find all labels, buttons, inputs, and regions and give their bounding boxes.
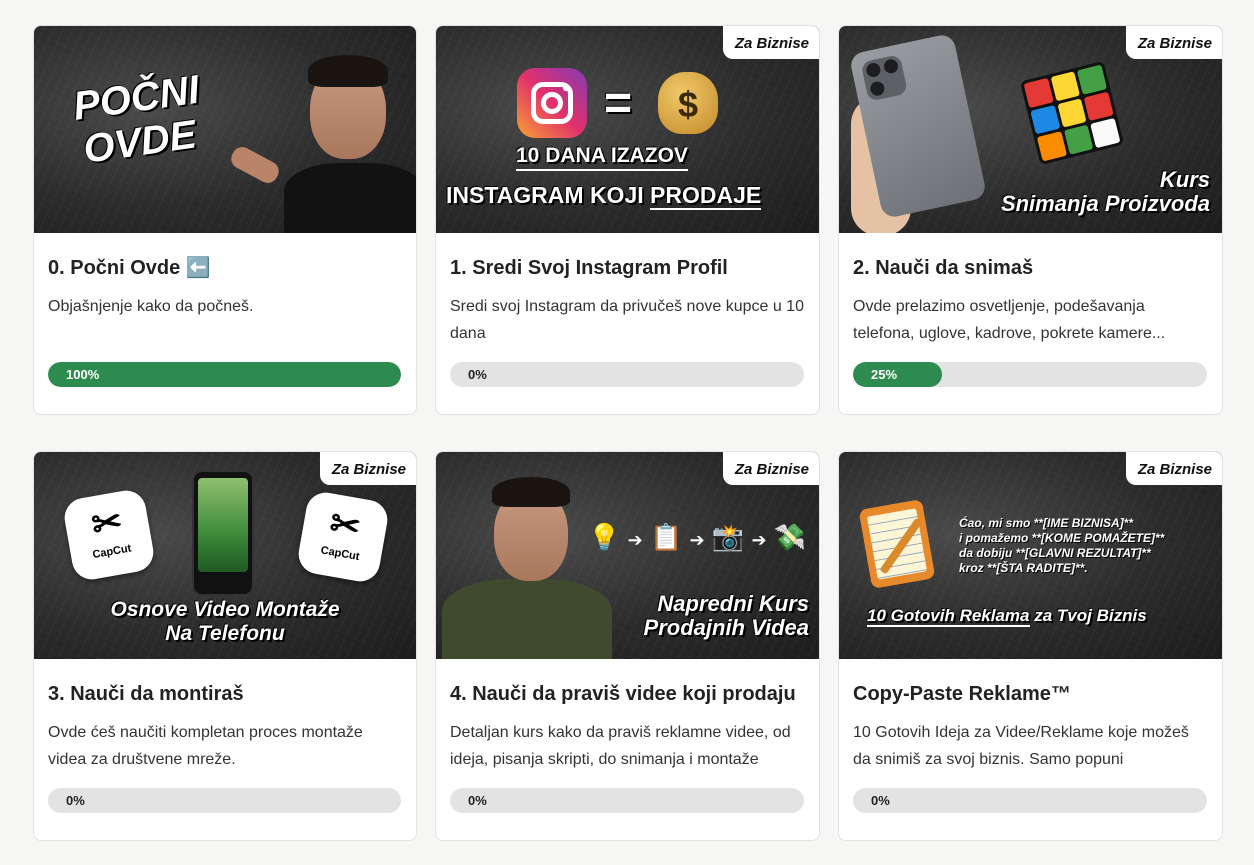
arrow-right-icon: ➔: [751, 530, 767, 550]
progress-bar: 0%: [48, 788, 401, 813]
thumb-line: Osnove Video Montaže: [110, 598, 340, 621]
lightbulb-icon: 💡: [588, 522, 621, 552]
course-card-5[interactable]: Za Biznise Ćao, mi smo **[IME BIZNISA]**…: [838, 451, 1223, 841]
progress-label: 0%: [66, 793, 85, 808]
progress-bar: 0%: [450, 362, 804, 387]
thumb-line-underlined: 10 Gotovih Reklama: [867, 606, 1030, 627]
course-description: Objašnjenje kako da počneš.: [48, 298, 254, 315]
equals-sign: =: [604, 77, 633, 130]
progress-bar: 100%: [48, 362, 401, 387]
za-biznise-badge: Za Biznise: [1125, 26, 1222, 59]
course-title[interactable]: 0. Počni Ovde ⬅️: [48, 255, 402, 281]
course-thumbnail[interactable]: Za Biznise Ćao, mi smo **[IME BIZNISA]**…: [839, 452, 1222, 659]
course-grid: POČNI OVDE 0. Počni Ovde ⬅️ Objašnjenje …: [33, 25, 1223, 841]
progress-label: 0%: [468, 793, 487, 808]
za-biznise-badge: Za Biznise: [722, 452, 819, 485]
thumb-line: Snimanja Proizvoda: [1000, 191, 1210, 216]
course-description: Ovde prelazimo osvetljenje, podešavanja …: [853, 298, 1166, 342]
money-icon: 💸: [773, 522, 807, 552]
rubiks-cube-icon: [1019, 60, 1125, 166]
capcut-icon: ✂ CapCut: [295, 489, 391, 585]
progress-fill: [48, 362, 401, 387]
thumb-line: da dobiju **[GLAVNI REZULTAT]**: [959, 546, 1151, 560]
course-card-0[interactable]: POČNI OVDE 0. Počni Ovde ⬅️ Objašnjenje …: [33, 25, 417, 415]
thumb-title: Osnove Video Montaže Na Telefonu: [34, 598, 416, 646]
thumb-line: Na Telefonu: [165, 622, 285, 645]
course-description: 10 Gotovih Ideja za Videe/Reklame koje m…: [853, 724, 1189, 768]
thumb-title: Kurs Snimanja Proizvoda: [1001, 168, 1210, 216]
progress-label: 25%: [871, 367, 898, 382]
course-card-1[interactable]: Za Biznise = $ 10 DANA IZAZOV INSTAGRAM …: [435, 25, 820, 415]
progress-label: 0%: [468, 367, 487, 382]
ad-template-text: Ćao, mi smo **[IME BIZNISA]** i pomažemo…: [959, 516, 1164, 576]
instagram-icon: [517, 68, 587, 138]
thumb-subtitle: 10 DANA IZAZOV: [516, 144, 688, 171]
phone-video-icon: [192, 470, 254, 596]
course-title[interactable]: 2. Nauči da snimaš: [853, 255, 1208, 281]
thumb-line: INSTAGRAM KOJI: [446, 182, 644, 208]
arrow-right-icon: ➔: [627, 530, 643, 550]
thumb-title: Napredni Kurs Prodajnih Videa: [644, 592, 809, 640]
workflow-icons: 💡 ➔ 📋 ➔ 📸 ➔ 💸: [588, 522, 806, 553]
course-description: Detaljan kurs kako da praviš reklamne vi…: [450, 724, 791, 768]
course-thumbnail[interactable]: Za Biznise Kurs Snimanja Proizvoda: [839, 26, 1222, 233]
course-thumbnail[interactable]: Za Biznise 💡 ➔ 📋 ➔ 📸 ➔ 💸 Napredni Kurs P…: [436, 452, 819, 659]
thumb-title: 10 Gotovih Reklama za Tvoj Biznis: [867, 606, 1147, 627]
thumb-title: POČNI OVDE: [70, 68, 208, 173]
course-card-4[interactable]: Za Biznise 💡 ➔ 📋 ➔ 📸 ➔ 💸 Napredni Kurs P…: [435, 451, 820, 841]
za-biznise-badge: Za Biznise: [722, 26, 819, 59]
progress-bar: 0%: [450, 788, 804, 813]
course-thumbnail[interactable]: POČNI OVDE: [34, 26, 416, 233]
money-bag-icon: $: [658, 72, 718, 134]
progress-fill: [853, 362, 942, 387]
course-description: Ovde ćeš naučiti kompletan proces montaž…: [48, 724, 363, 768]
thumb-line-underlined: PRODAJE: [650, 182, 762, 210]
course-title[interactable]: 3. Nauči da montiraš: [48, 681, 402, 707]
presenter-photo: [274, 33, 416, 233]
course-card-2[interactable]: Za Biznise Kurs Snimanja Proizvoda 2. Na…: [838, 25, 1223, 415]
thumb-line: Napredni Kurs: [657, 591, 809, 616]
course-description: Sredi svoj Instagram da privučeš nove ku…: [450, 298, 804, 342]
presenter-photo: [442, 463, 612, 659]
progress-label: 0%: [871, 793, 890, 808]
progress-bar: 0%: [853, 788, 1207, 813]
clipboard-icon: 📋: [649, 522, 683, 552]
course-card-3[interactable]: Za Biznise ✂ CapCut ✂ CapCut Osnove Vide…: [33, 451, 417, 841]
thumb-line: kroz **[ŠTA RADITE]**.: [959, 561, 1088, 575]
thumb-line: Kurs: [1159, 167, 1210, 192]
thumb-line: za Tvoj Biznis: [1034, 606, 1147, 625]
thumb-title: INSTAGRAM KOJI PRODAJE: [446, 182, 762, 210]
course-thumbnail[interactable]: Za Biznise ✂ CapCut ✂ CapCut Osnove Vide…: [34, 452, 416, 659]
progress-label: 100%: [66, 367, 100, 382]
camera-icon: 📸: [711, 522, 745, 552]
thumb-line: Ćao, mi smo **[IME BIZNISA]**: [959, 516, 1134, 530]
za-biznise-badge: Za Biznise: [1125, 452, 1222, 485]
course-thumbnail[interactable]: Za Biznise = $ 10 DANA IZAZOV INSTAGRAM …: [436, 26, 819, 233]
arrow-right-icon: ➔: [689, 530, 705, 550]
progress-bar: 25%: [853, 362, 1207, 387]
course-title[interactable]: Copy-Paste Reklame™: [853, 681, 1208, 707]
course-title[interactable]: 1. Sredi Svoj Instagram Profil: [450, 255, 805, 281]
thumb-line: Prodajnih Videa: [643, 615, 809, 640]
capcut-icon: ✂ CapCut: [61, 487, 157, 583]
za-biznise-badge: Za Biznise: [319, 452, 416, 485]
course-title[interactable]: 4. Nauči da praviš videe koji prodaju: [450, 681, 805, 707]
thumb-line: i pomažemo **[KOME POMAŽETE]**: [959, 531, 1165, 545]
